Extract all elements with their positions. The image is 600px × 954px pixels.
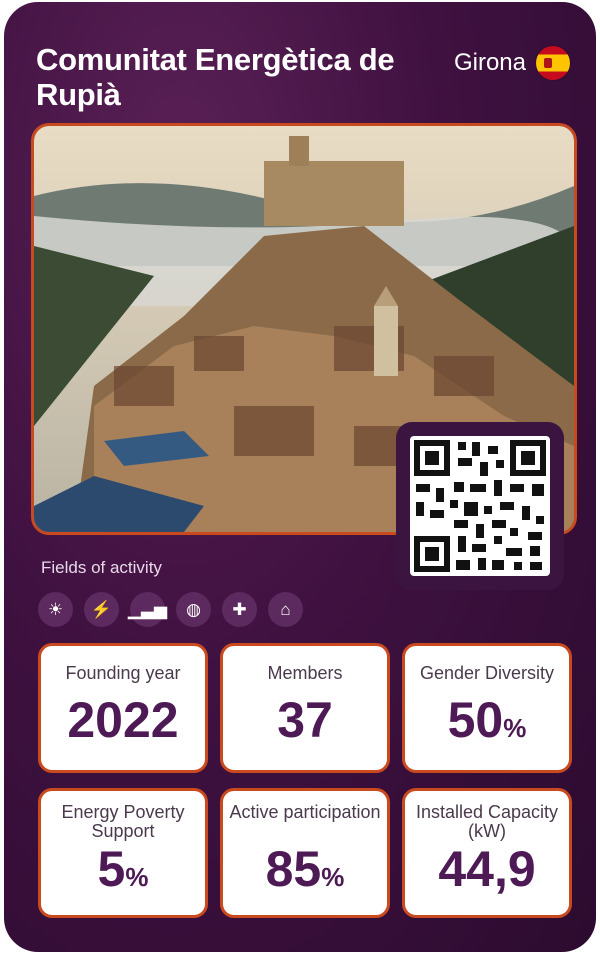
stat-label: Energy Poverty Support bbox=[61, 802, 185, 841]
spain-flag-icon bbox=[536, 46, 570, 80]
stat-members: Members 37 bbox=[220, 643, 390, 773]
stat-value: 2022 bbox=[67, 692, 179, 748]
community-card: Comunitat Energètica de Rupià Girona Fie… bbox=[4, 2, 596, 952]
activity-icons: ☀ ⚡ ▁▃▅ ◍ ✚ ⌂ bbox=[38, 592, 303, 627]
home-energy-icon[interactable]: ⌂ bbox=[268, 592, 303, 627]
stat-label: Founding year bbox=[65, 663, 181, 683]
efficiency-chart-icon[interactable]: ▁▃▅ bbox=[128, 592, 167, 627]
stat-value: 44,9 bbox=[438, 841, 536, 897]
community-title: Comunitat Energètica de Rupià bbox=[36, 42, 395, 112]
sun-icon[interactable]: ☀ bbox=[38, 592, 73, 627]
stat-value: 85% bbox=[265, 841, 345, 897]
stat-installed-capacity: Installed Capacity (kW) 44,9 bbox=[402, 788, 572, 918]
stat-founding-year: Founding year 2022 bbox=[38, 643, 208, 773]
qr-code-pattern bbox=[414, 440, 546, 572]
qr-code[interactable] bbox=[396, 422, 564, 590]
region-indicator: Girona bbox=[454, 46, 570, 80]
stat-label: Gender Diversity bbox=[419, 663, 555, 683]
stat-gender-diversity: Gender Diversity 50% bbox=[402, 643, 572, 773]
stat-value: 5% bbox=[97, 841, 149, 897]
fields-of-activity-label: Fields of activity bbox=[41, 558, 162, 577]
stat-energy-poverty-support: Energy Poverty Support 5% bbox=[38, 788, 208, 918]
stat-active-participation: Active participation 85% bbox=[220, 788, 390, 918]
stat-value: 37 bbox=[277, 692, 333, 748]
globe-icon[interactable]: ◍ bbox=[176, 592, 211, 627]
region-name: Girona bbox=[453, 49, 526, 76]
stat-label: Installed Capacity (kW) bbox=[415, 802, 559, 841]
puzzle-icon[interactable]: ✚ bbox=[222, 592, 257, 627]
stat-label: Active participation bbox=[229, 802, 381, 822]
lightning-icon[interactable]: ⚡ bbox=[84, 592, 119, 627]
stat-value: 50% bbox=[447, 692, 527, 748]
stat-label: Members bbox=[267, 663, 343, 683]
